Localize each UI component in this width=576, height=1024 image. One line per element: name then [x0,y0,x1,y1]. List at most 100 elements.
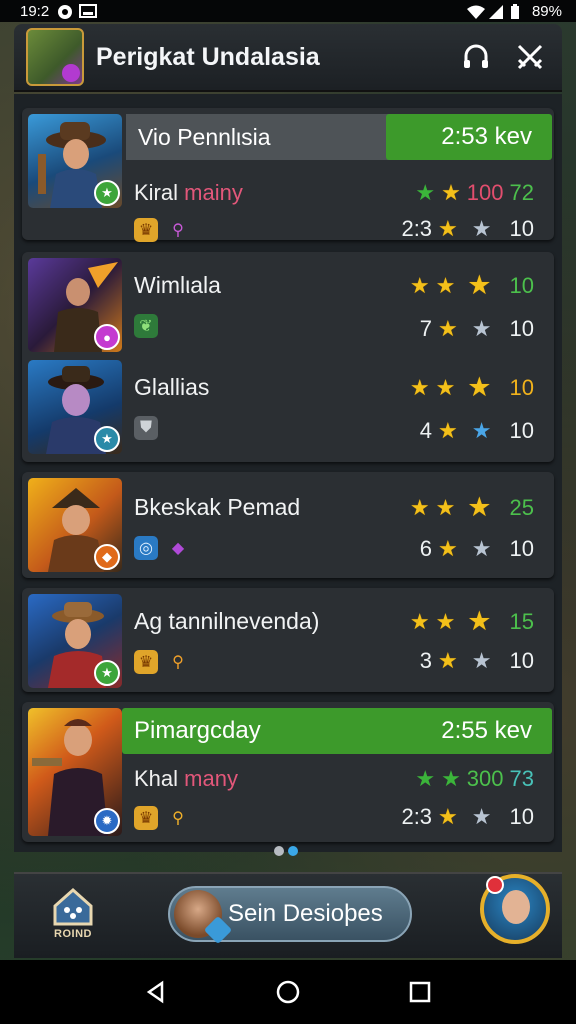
headset-icon [464,44,488,68]
stats-row-bottom: 2:3 ★ ★ 10 [401,216,534,242]
status-time: 19:2 [20,2,50,20]
stats-row: 4 ★ ★ 10 [420,418,534,444]
home-nav-button[interactable] [271,975,305,1009]
subtitle-highlight: mainy [184,180,243,205]
rank-badge-icon: ◆ [94,544,120,570]
recents-button[interactable] [403,975,437,1009]
stat-value: 3 [419,648,433,673]
key-icon: ⚲ [172,222,184,239]
wifi-icon [466,4,485,19]
notification-icon [79,4,98,18]
player-subtitle: Khal many [134,766,238,792]
score-value: 15 [509,608,534,634]
stat-value: 300 [466,766,504,791]
crest-icon: ♛ [134,806,158,830]
list-group: ● Wimlιala ★ ★ ★ 10 ❦ 7 ★ ★ 10 ★ Glallia… [22,252,554,462]
bottom-bar: ROIND Sein Desioþes [14,872,562,958]
app-avatar-icon[interactable] [26,28,84,86]
stars-row: ★ ★ ★ 10 [410,272,534,299]
stats-row: 7 ★ ★ 10 [420,316,534,342]
headset-button[interactable] [456,37,496,77]
battle-button[interactable] [510,37,550,77]
crossed-swords-icon [517,44,543,70]
leaf-icon: ❦ [134,314,158,338]
player-portrait: ● [28,258,122,352]
score-value: 25 [509,494,534,520]
list-item[interactable]: ★ Ag tannilnevenda) ★ ★ ★ 15 ♛ ⚲ 3 ★ ★ 1… [22,588,554,692]
main-action-button[interactable]: Sein Desioþes [168,886,412,942]
gold-star-icon: ★ [409,608,430,634]
system-nav-bar [0,960,576,1024]
list-item[interactable]: ✹ Pimargcday 2:55 kev Khal many ★ ★ 300 … [22,702,554,842]
player-name: Ag tannilnevenda) [134,608,320,634]
stats-row-top: ★ ★ 300 73 [415,766,534,792]
gold-star-icon: ★ [467,606,492,636]
battery-level: 89% [531,2,562,20]
player-portrait: ◆ [28,478,122,572]
gold-star-icon: ★ [438,316,458,341]
notification-badge [486,876,504,894]
stat-value: 2:3 [401,804,433,829]
stars-row: ★ ★ ★ 25 [410,494,534,521]
player-portrait: ★ [28,594,122,688]
camera-icon [57,4,73,19]
stars-row: ★ ★ ★ 15 [410,608,534,635]
home-label: ROIND [54,928,92,940]
back-button[interactable] [139,975,173,1009]
profile-button[interactable] [480,874,550,944]
battery-icon [510,4,524,19]
page-dot[interactable] [274,846,284,856]
page-indicator[interactable] [274,846,298,856]
stat-value: 72 [509,180,534,205]
player-portrait: ★ [28,360,122,454]
gold-star-icon: ★ [409,374,430,400]
stat-value: 10 [509,418,534,443]
green-star-icon: ★ [415,766,436,791]
item-icons: ♛ ⚲ [134,650,190,674]
list-item[interactable]: ◆ Bkeskak Pemad ★ ★ ★ 25 ◎ ◆ 6 ★ ★ 10 [22,472,554,578]
stats-row-top: ★ ★ 100 72 [415,180,534,206]
stat-value: 4 [419,418,433,443]
stat-value: 7 [419,316,433,341]
gold-star-icon: ★ [438,418,458,443]
key-icon: ⚲ [172,654,184,671]
page-title: Perigkat Undalasia [96,42,320,71]
gold-star-icon: ★ [435,272,456,298]
player-name: Pimargcday [134,717,261,744]
rank-badge-icon: ★ [94,426,120,452]
stat-value: 10 [509,804,534,829]
home-button[interactable]: ROIND [48,886,98,942]
silver-star-icon: ★ [471,216,492,241]
page-dot-active[interactable] [288,846,298,856]
signal-icon [488,4,503,19]
header: Perigkat Undalasia [14,24,562,92]
ranking-list: ★ Vio Pennlιsia 2:53 kev Kiral mainy ★ ★… [14,94,562,856]
player-name: Vio Pennlιsia [138,123,271,150]
subtitle-prefix: Khal [134,766,179,791]
gold-star-icon: ★ [435,608,456,634]
gold-star-icon: ★ [435,374,456,400]
rank-badge-icon: ★ [94,180,120,206]
gold-star-icon: ★ [441,180,461,205]
crest-icon: ♛ [134,650,158,674]
player-subtitle: Kiral mainy [134,180,243,206]
stat-value: 100 [466,180,504,205]
player-name: Bkeskak Pemad [134,494,301,520]
item-icons: ◎ ◆ [134,536,190,560]
stat-value: 10 [509,648,534,673]
stats-row: 3 ★ ★ 10 [420,648,534,674]
item-icons: ♛ ⚲ [134,806,190,830]
silver-star-icon: ★ [471,648,492,673]
item-icons: ♛ ⚲ [134,218,190,242]
player-name: Glallias [134,374,210,400]
status-bar: 19:2 89% [0,0,576,22]
gold-star-icon: ★ [438,648,458,673]
player-name-bar: Vio Pennlιsia [126,114,406,160]
timer-text: 2:55 kev [441,717,532,744]
list-item[interactable]: ★ Vio Pennlιsia 2:53 kev Kiral mainy ★ ★… [22,108,554,242]
gold-star-icon: ★ [467,270,492,300]
stat-value: 10 [509,216,534,241]
subtitle-highlight: many [184,766,238,791]
gold-star-icon: ★ [409,494,430,520]
green-star-icon: ★ [415,180,436,205]
